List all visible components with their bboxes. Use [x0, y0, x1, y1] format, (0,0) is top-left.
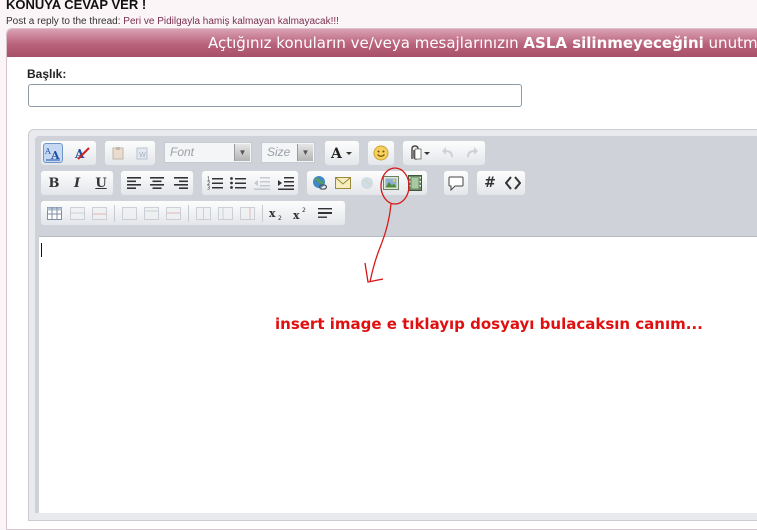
- annotation-text: insert image e tıklayıp dosyayı bulacaks…: [275, 315, 703, 333]
- insert-image-highlight-circle: [380, 167, 410, 205]
- annotation-arrow: [364, 167, 410, 283]
- arrow-line: [369, 203, 392, 283]
